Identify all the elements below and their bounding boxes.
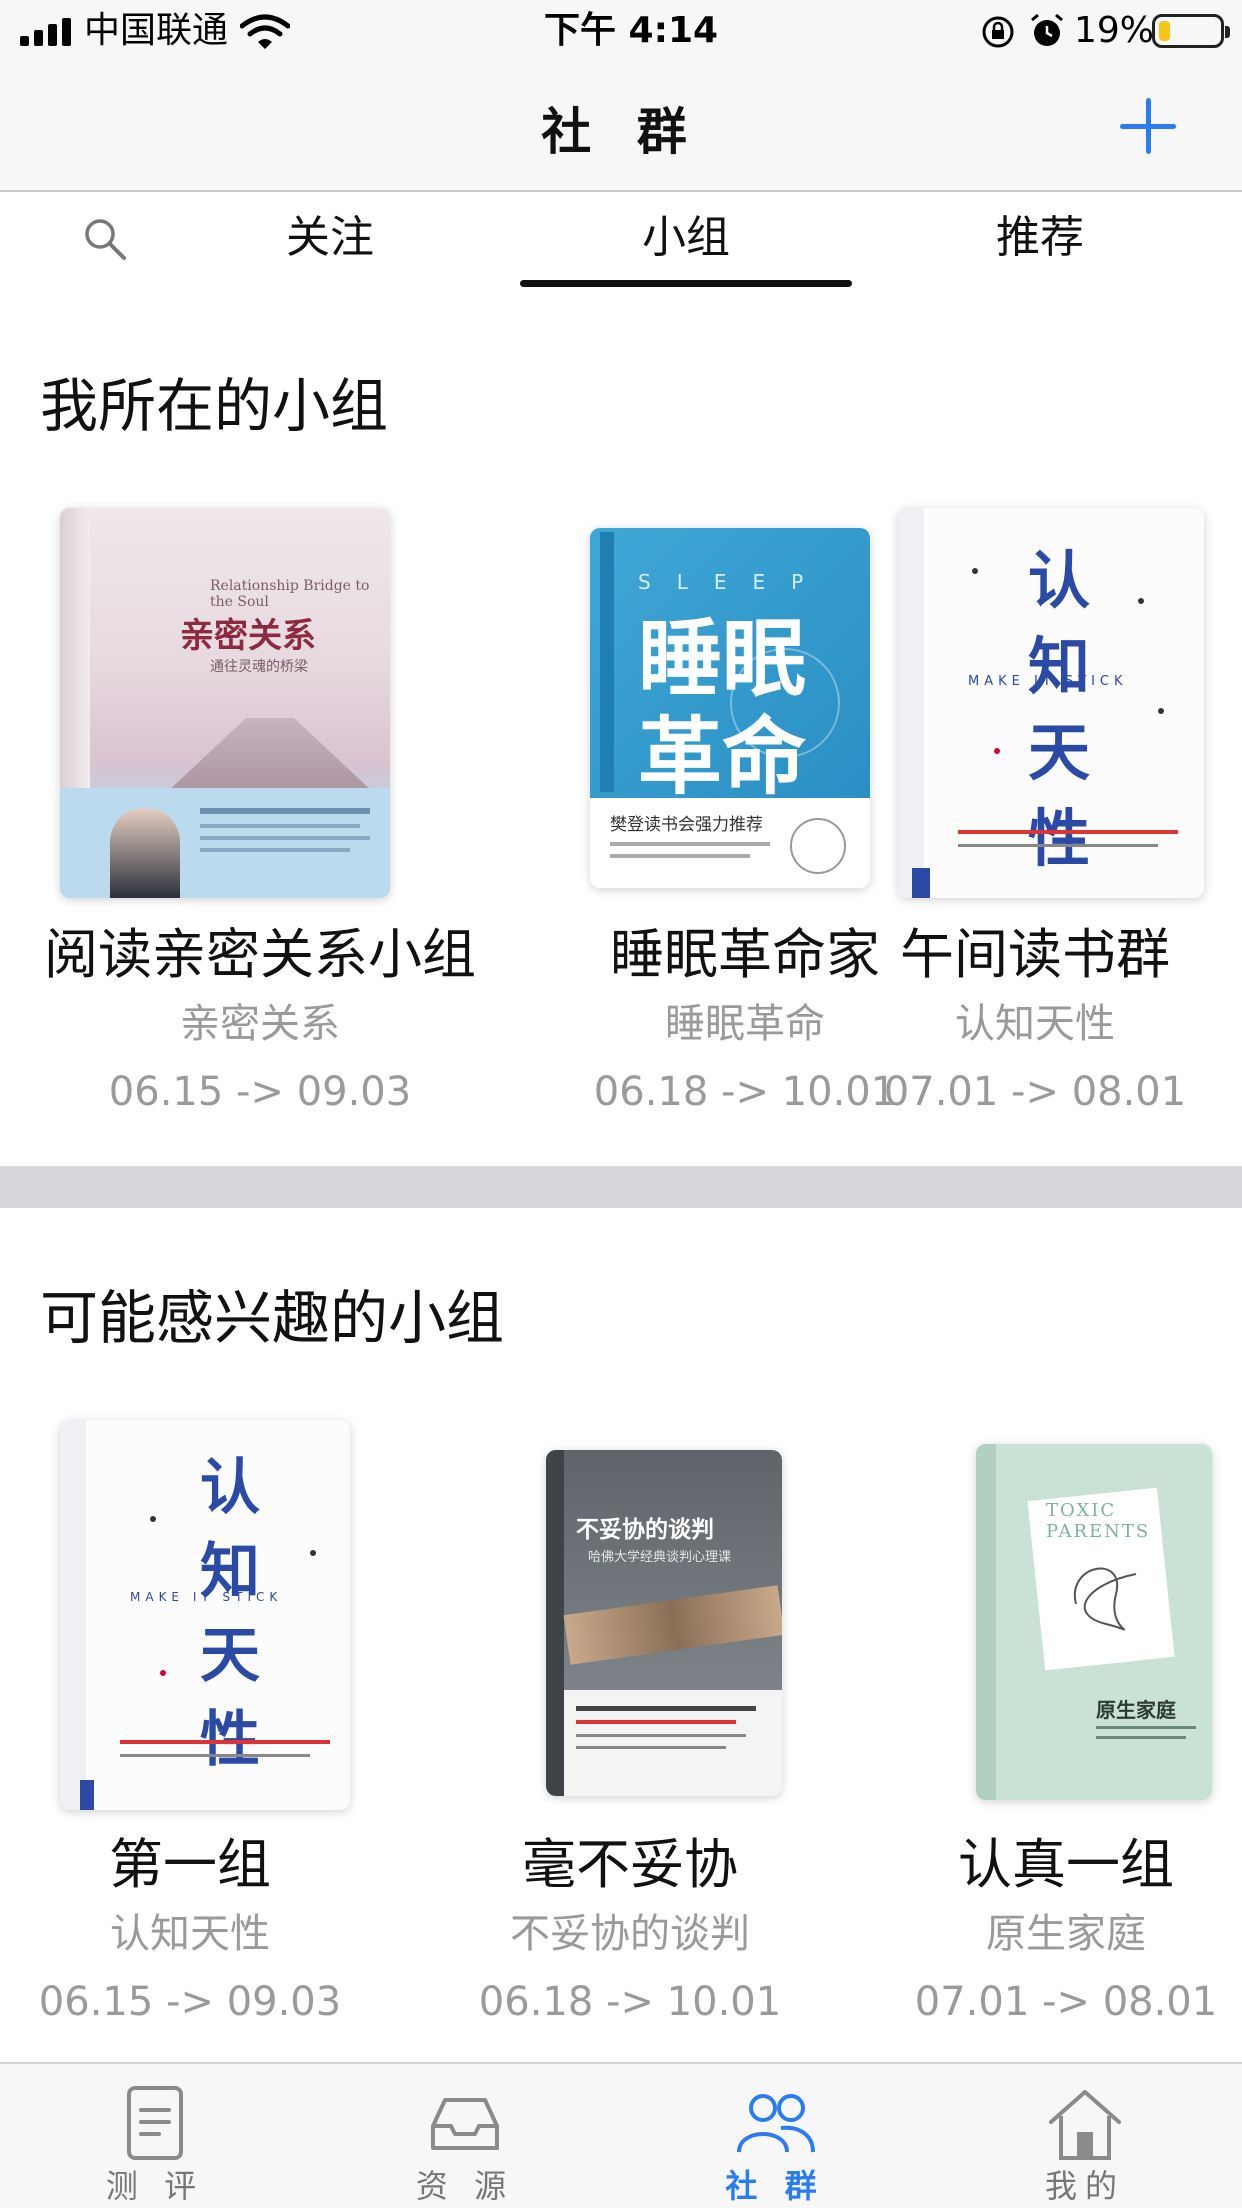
group-book: 认知天性 [110, 1911, 270, 1957]
status-time: 下午 4:14 [544, 10, 719, 51]
group-dates: 06.15 -> 09.03 [38, 1979, 342, 2025]
tabbar-item-community[interactable]: 社 群 [620, 2064, 930, 2208]
group-book: 认知天性 [955, 1001, 1115, 1047]
cover-title: 原生家庭 [1096, 1698, 1176, 1722]
tab-groups[interactable]: 小组 [606, 208, 766, 268]
battery-icon [1152, 14, 1230, 48]
cover-subtitle: SLEEP [638, 570, 830, 594]
group-dates: 06.18 -> 10.01 [478, 1979, 782, 2025]
cover-subtitle: MAKE IT STICK [968, 674, 1128, 689]
group-book: 亲密关系 [180, 1001, 340, 1047]
tab-follow[interactable]: 关注 [250, 208, 410, 268]
tab-recommend[interactable]: 推荐 [960, 208, 1120, 268]
group-dates: 06.15 -> 09.03 [108, 1069, 412, 1115]
group-card[interactable]: 不妥协的谈判 哈佛大学经典谈判心理课 毫不妥协 不妥协的谈判 06.18 -> … [470, 1410, 790, 2050]
carrier-label: 中国联通 [84, 10, 229, 51]
section-divider [0, 1166, 1242, 1208]
book-cover: TOXIC PARENTS 原生家庭 [976, 1444, 1212, 1800]
group-dates: 07.01 -> 08.01 [914, 1979, 1218, 2025]
document-icon [127, 2086, 183, 2160]
orientation-lock-icon [982, 16, 1014, 48]
tabbar-item-mine[interactable]: 我的 [930, 2064, 1240, 2208]
battery-percent: 19% [1074, 10, 1155, 51]
group-book: 不妥协的谈判 [510, 1911, 750, 1957]
group-card[interactable]: Relationship Bridge to the Soul 亲密关系 通往灵… [30, 500, 490, 1140]
group-name: 第一组 [109, 1833, 271, 1896]
people-icon [737, 2094, 815, 2153]
my-groups-title: 我所在的小组 [40, 372, 389, 440]
search-icon[interactable] [80, 214, 130, 264]
bottom-tab-bar: 测 评 资 源 社 群 我的 [0, 2062, 1242, 2208]
wifi-icon [240, 14, 290, 49]
group-name: 认真一组 [958, 1833, 1174, 1896]
group-dates: 07.01 -> 08.01 [883, 1069, 1187, 1115]
group-book: 原生家庭 [986, 1911, 1146, 1957]
alarm-icon [1031, 13, 1063, 46]
segment-tabs: 关注 小组 推荐 [0, 194, 1242, 294]
tabbar-item-review[interactable]: 测 评 [0, 2064, 310, 2208]
cover-subtitle: Relationship Bridge to the Soul [210, 578, 370, 610]
tabbar-label: 资 源 [415, 2167, 515, 2205]
active-tab-indicator [520, 280, 852, 287]
cover-title: 认知天性 [200, 1453, 260, 1775]
cover-subtitle: TOXIC PARENTS [1046, 1500, 1151, 1542]
group-name: 午间读书群 [900, 923, 1170, 986]
book-cover: Relationship Bridge to the Soul 亲密关系 通往灵… [60, 508, 390, 898]
app-root: 中国联通 下午 4:14 19% 社 群 关注 小组 推荐 我所在的小组 Rel… [0, 0, 1242, 2208]
home-icon [1049, 2090, 1121, 2160]
book-cover: SLEEP 睡眠革命 樊登读书会强力推荐 [590, 528, 870, 888]
navigation-bar: 社 群 [0, 62, 1242, 192]
signal-icon [20, 18, 74, 46]
book-cover: 认知天性 MAKE IT STICK [898, 508, 1204, 898]
group-card[interactable]: 认知天性 MAKE IT STICK 午间读书群 认知天性 07.01 -> 0… [880, 500, 1242, 1140]
status-bar: 中国联通 下午 4:14 19% [0, 0, 1242, 62]
book-cover: 认知天性 MAKE IT STICK [60, 1420, 350, 1810]
cover-title: 不妥协的谈判 [576, 1517, 714, 1543]
cover-subtitle: MAKE IT STICK [130, 1590, 283, 1604]
tabbar-label: 我的 [1044, 2167, 1125, 2205]
tabbar-label: 测 评 [105, 2167, 205, 2205]
cover-subtitle-cn: 通往灵魂的桥梁 [210, 659, 308, 675]
inbox-icon [431, 2098, 499, 2150]
group-card[interactable]: 认知天性 MAKE IT STICK 第一组 认知天性 06.15 -> 09.… [30, 1410, 350, 2050]
book-cover: 不妥协的谈判 哈佛大学经典谈判心理课 [546, 1450, 782, 1796]
group-name: 阅读亲密关系小组 [44, 923, 476, 986]
group-name: 毫不妥协 [522, 1833, 738, 1896]
cover-banner: 樊登读书会强力推荐 [610, 815, 763, 835]
group-card[interactable]: TOXIC PARENTS 原生家庭 认真一组 原生家庭 07.01 -> 08… [910, 1410, 1222, 2050]
add-group-button[interactable] [1118, 96, 1178, 156]
cover-title: 亲密关系 [180, 616, 316, 656]
page-title: 社 群 [541, 103, 701, 161]
tabbar-label: 社 群 [725, 2167, 825, 2205]
interest-groups-title: 可能感兴趣的小组 [40, 1284, 505, 1352]
tabbar-item-resources[interactable]: 资 源 [310, 2064, 620, 2208]
cover-subtitle: 哈佛大学经典谈判心理课 [588, 1550, 732, 1565]
